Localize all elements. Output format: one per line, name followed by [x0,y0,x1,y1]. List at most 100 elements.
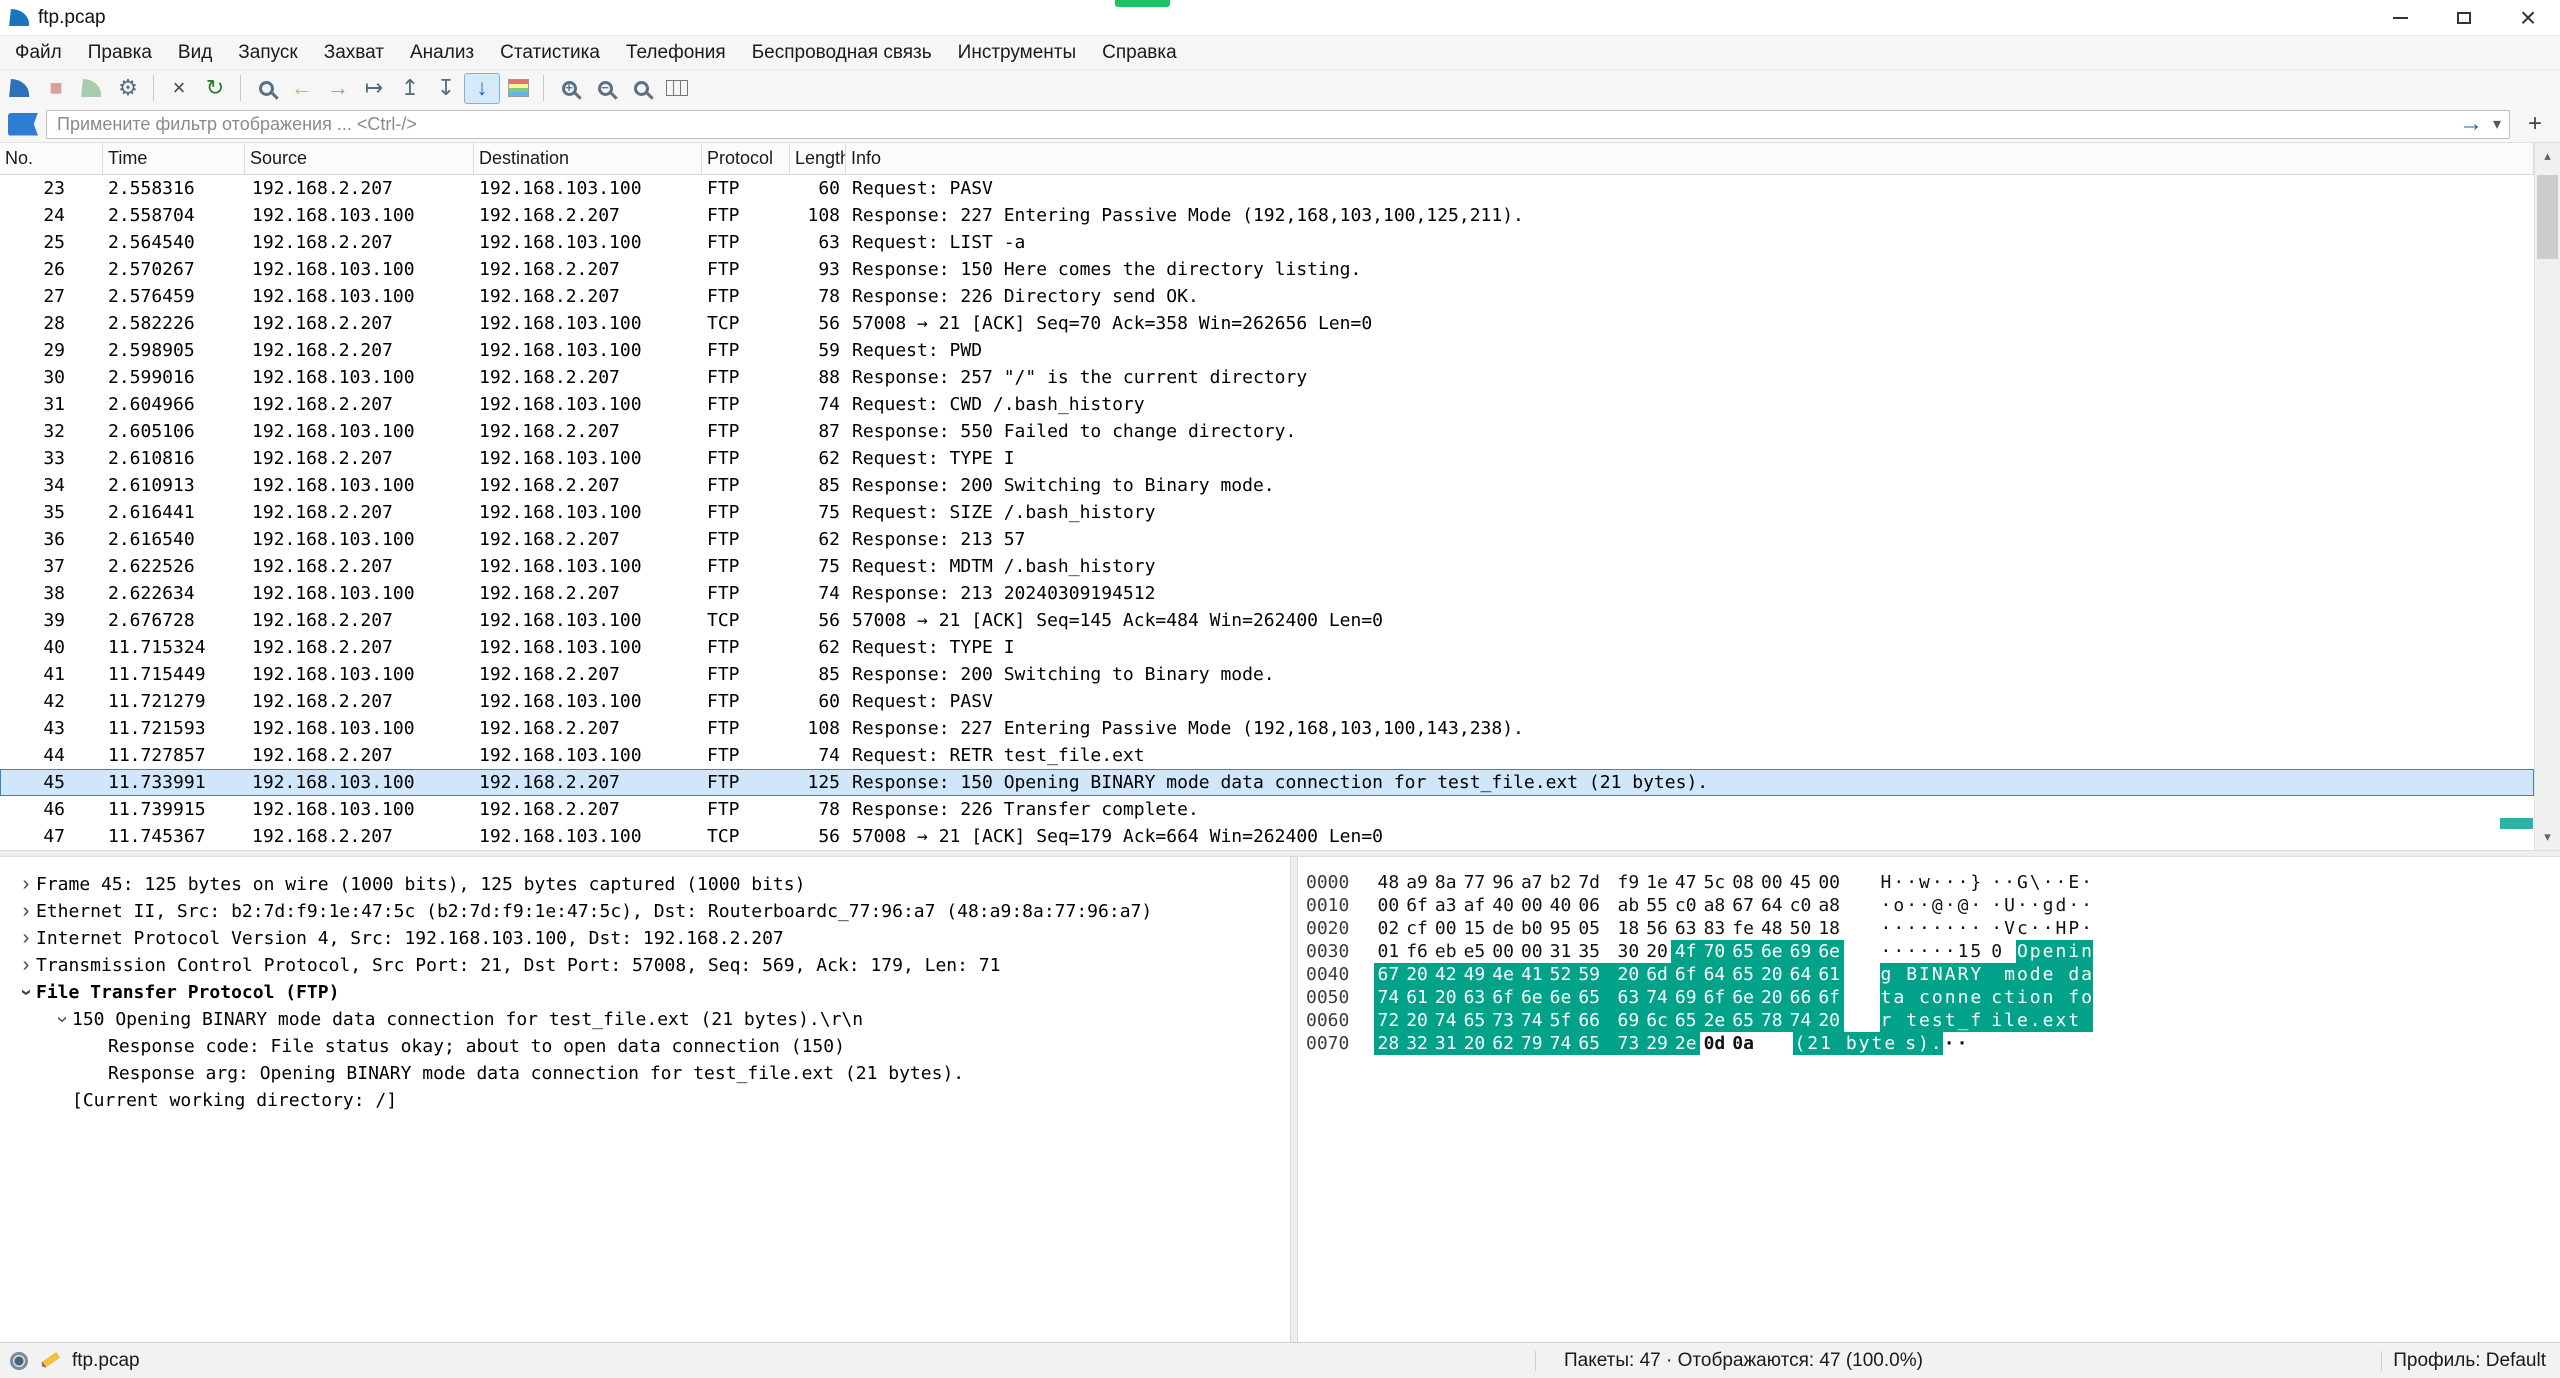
packet-row[interactable]: 4111.715449192.168.103.100192.168.2.207F… [0,661,2534,688]
hex-byte[interactable]: 69 [1671,986,1700,1009]
hex-byte[interactable]: 49 [1460,963,1489,986]
vertical-splitter[interactable] [1290,857,1298,1342]
menu-item[interactable]: Вид [165,36,225,69]
ascii-char[interactable]: · [1990,894,2003,917]
hex-byte[interactable]: 00 [1431,917,1460,940]
ascii-char[interactable]: s [1931,1009,1944,1032]
packet-row[interactable]: 302.599016192.168.103.100192.168.2.207FT… [0,364,2534,391]
hex-byte[interactable]: 59 [1575,963,1614,986]
ascii-char[interactable]: · [1931,940,1944,963]
ascii-char[interactable]: n [2042,986,2055,1009]
hex-byte[interactable]: 74 [1643,986,1672,1009]
hex-byte[interactable]: 74 [1431,1009,1460,1032]
hex-byte[interactable]: 00 [1517,894,1546,917]
hex-byte[interactable]: 6f [1489,986,1518,1009]
ascii-char[interactable]: N [1931,963,1944,986]
hex-byte[interactable]: 0a [1729,1032,1758,1055]
detail-row[interactable]: ›Transmission Control Protocol, Src Port… [0,952,1290,979]
packet-row[interactable]: 4311.721593192.168.103.100192.168.2.207F… [0,715,2534,742]
hex-byte[interactable]: 0d [1700,1032,1729,1055]
hex-byte[interactable]: 41 [1517,963,1546,986]
ascii-char[interactable]: e [2042,940,2055,963]
packet-row[interactable]: 242.558704192.168.103.100192.168.2.207FT… [0,202,2534,229]
zoom-out-icon[interactable]: − [587,73,623,104]
column-header-destination[interactable]: Destination [474,143,702,174]
detail-row[interactable]: Response code: File status okay; about t… [0,1033,1290,1060]
hex-byte[interactable]: 66 [1575,1009,1614,1032]
hex-byte[interactable]: 20 [1460,1032,1489,1055]
packet-row[interactable]: 4711.745367192.168.2.207192.168.103.100T… [0,823,2534,850]
packet-row[interactable]: 332.610816192.168.2.207192.168.103.100FT… [0,445,2534,472]
capture-properties-icon[interactable] [10,1352,28,1370]
close-file-icon[interactable]: × [161,73,197,104]
menu-item[interactable]: Статистика [487,36,613,69]
hex-byte[interactable]: 8a [1431,871,1460,894]
ascii-char[interactable] [2054,986,2067,1009]
hex-byte[interactable]: 2e [1671,1032,1700,1055]
hex-byte[interactable]: 6f [1700,986,1729,1009]
hex-byte[interactable]: 1e [1643,871,1672,894]
ascii-char[interactable]: e [1883,1032,1904,1055]
ascii-char[interactable]: 5 [1969,940,1990,963]
hex-byte[interactable]: b0 [1517,917,1546,940]
ascii-char[interactable] [1905,986,1918,1009]
hex-byte[interactable]: 31 [1431,1032,1460,1055]
packet-row[interactable]: 262.570267192.168.103.100192.168.2.207FT… [0,256,2534,283]
ascii-char[interactable]: I [1918,963,1931,986]
hex-byte[interactable]: 40 [1489,894,1518,917]
hex-byte[interactable]: a3 [1431,894,1460,917]
ascii-char[interactable]: H [2054,917,2067,940]
hex-byte[interactable]: f6 [1403,940,1432,963]
hex-byte[interactable]: 20 [1815,1009,1844,1032]
ascii-char[interactable]: d [2029,963,2042,986]
ascii-char[interactable]: e [1918,1009,1931,1032]
ascii-char[interactable]: ( [1793,1032,1806,1055]
hex-byte[interactable]: 6e [1815,940,1844,963]
hex-byte[interactable]: 65 [1671,1009,1700,1032]
ascii-char[interactable]: A [1944,963,1957,986]
hex-byte[interactable]: 63 [1614,986,1643,1009]
hex-byte[interactable]: 62 [1489,1032,1518,1055]
column-header-length[interactable]: Length [790,143,846,174]
ascii-char[interactable]: s [1904,1032,1917,1055]
hex-byte[interactable]: de [1489,917,1518,940]
close-button[interactable]: × [2496,0,2560,35]
hex-byte[interactable]: 01 [1374,940,1403,963]
detail-row[interactable]: ›Frame 45: 125 bytes on wire (1000 bits)… [0,871,1290,898]
ascii-char[interactable]: f [1969,1009,1990,1032]
ascii-char[interactable]: b [1845,1032,1858,1055]
ascii-char[interactable]: 1 [1957,940,1970,963]
hex-byte[interactable]: 79 [1517,1032,1546,1055]
ascii-char[interactable]: · [2080,871,2093,894]
ascii-char[interactable] [1892,963,1905,986]
hex-byte[interactable]: 55 [1643,894,1672,917]
hex-byte[interactable]: 47 [1671,871,1700,894]
hex-byte[interactable]: 6f [1403,894,1432,917]
hex-byte[interactable]: 31 [1546,940,1575,963]
zoom-original-icon[interactable] [623,73,659,104]
packet-row[interactable]: 362.616540192.168.103.100192.168.2.207FT… [0,526,2534,553]
ascii-char[interactable]: o [2029,986,2042,1009]
ascii-char[interactable]: · [2042,917,2055,940]
hex-byte[interactable]: 69 [1786,940,1815,963]
expander-icon[interactable]: › [16,952,36,979]
packet-row[interactable]: 272.576459192.168.103.100192.168.2.207FT… [0,283,2534,310]
apply-filter-icon[interactable]: → [2451,112,2491,136]
ascii-char[interactable]: · [1918,894,1931,917]
ascii-char[interactable]: E [2067,871,2080,894]
ascii-char[interactable]: · [1957,871,1970,894]
ascii-char[interactable]: e [1969,986,1990,1009]
reload-file-icon[interactable]: ↻ [197,73,233,104]
capture-options-icon[interactable]: ⚙ [110,73,146,104]
hex-byte[interactable]: 6e [1729,986,1758,1009]
ascii-char[interactable]: d [2067,963,2080,986]
hex-byte[interactable]: 45 [1786,871,1815,894]
hex-byte[interactable]: 67 [1374,963,1403,986]
ascii-char[interactable]: n [1944,986,1957,1009]
ascii-char[interactable]: · [2080,894,2093,917]
filter-dropdown-icon[interactable]: ▾ [2491,114,2509,134]
ascii-char[interactable]: · [1990,871,2003,894]
colorize-icon[interactable] [500,73,536,104]
ascii-char[interactable]: g [2042,894,2055,917]
go-last-packet-icon[interactable]: ↧ [428,73,464,104]
